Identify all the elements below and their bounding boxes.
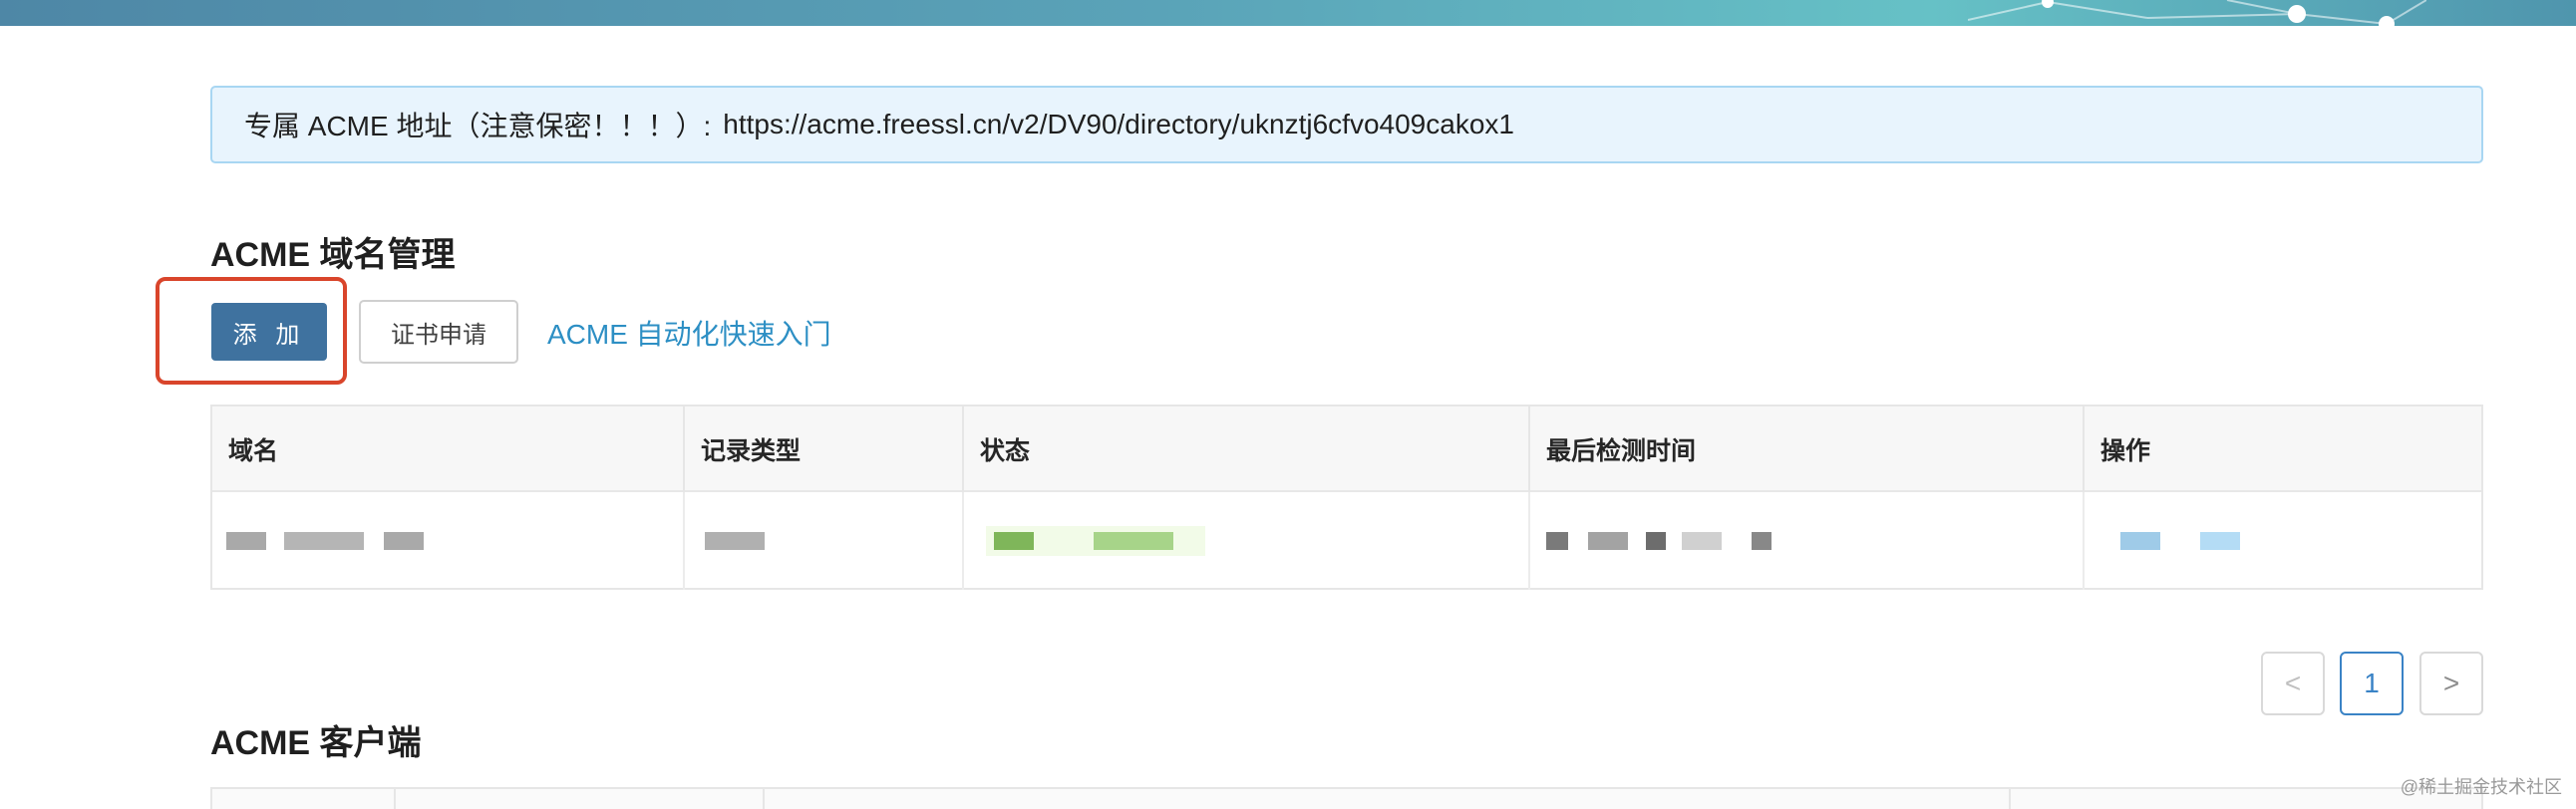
domain-section-title: ACME 域名管理 <box>210 236 456 274</box>
top-banner <box>0 0 2576 26</box>
table-header: 域名 记录类型 状态 最后检测时间 操作 <box>212 406 2481 492</box>
pagination-page-1[interactable]: 1 <box>2340 652 2404 715</box>
column-header-status: 状态 <box>964 406 1530 492</box>
table-row <box>212 492 2481 590</box>
network-decoration-icon <box>1968 0 2426 26</box>
acme-address-notice: 专属 ACME 地址（注意保密！！！）: https://acme.freess… <box>210 86 2483 163</box>
certificate-apply-button[interactable]: 证书申请 <box>359 300 518 364</box>
client-table <box>210 787 2483 809</box>
actions-cell-redacted[interactable] <box>2085 492 2483 590</box>
client-section-title: ACME 客户端 <box>210 724 422 762</box>
client-table-column <box>212 789 396 809</box>
column-header-actions: 操作 <box>2100 437 2151 465</box>
column-header-record-type: 记录类型 <box>685 406 964 492</box>
acme-address-url: https://acme.freessl.cn/v2/DV90/director… <box>723 109 1514 139</box>
domain-table: 域名 记录类型 状态 最后检测时间 操作 <box>210 404 2483 590</box>
add-button[interactable]: 添 加 <box>211 303 327 361</box>
pagination-next-button[interactable]: > <box>2419 652 2483 715</box>
column-header-last-check-time: 最后检测时间 <box>1530 406 2085 492</box>
last-check-time-cell-redacted <box>1530 492 2085 590</box>
client-table-column <box>396 789 765 809</box>
watermark: @稀土掘金技术社区 <box>2400 777 2562 797</box>
acme-quickstart-link[interactable]: ACME 自动化快速入门 <box>547 313 831 353</box>
acme-address-label: 专属 ACME 地址（注意保密！！！）: <box>244 111 712 141</box>
status-cell-redacted <box>964 492 1530 590</box>
pagination-prev-button[interactable]: < <box>2261 652 2325 715</box>
record-type-cell-redacted <box>685 492 964 590</box>
client-table-column <box>765 789 2011 809</box>
column-header-domain: 域名 <box>212 406 685 492</box>
domain-cell-redacted <box>212 492 685 590</box>
